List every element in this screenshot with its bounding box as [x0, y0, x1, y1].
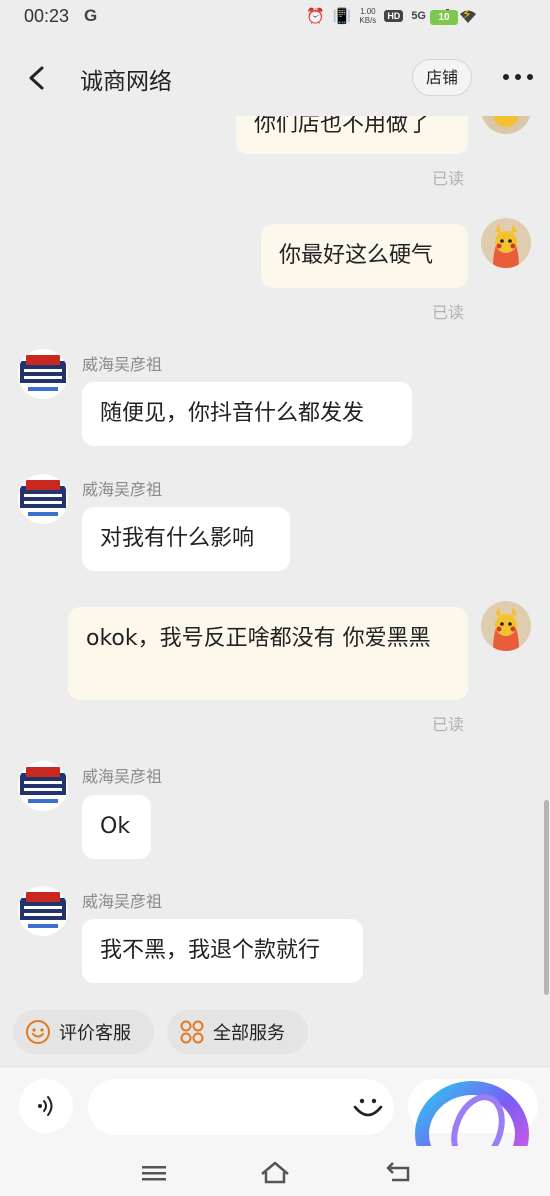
charging-icon: ⚡: [462, 7, 472, 23]
avatar-image: [18, 886, 68, 936]
page-title: 诚商网络: [80, 69, 172, 95]
return-icon: [386, 1162, 410, 1182]
more-dots-icon: [503, 74, 509, 80]
avatar-image: [481, 601, 531, 651]
chat-header: 诚商网络 店铺: [0, 40, 550, 116]
message-text: 对我有什么影响: [100, 526, 255, 551]
speed-value: 1.00: [360, 7, 376, 16]
back-nav-button[interactable]: [382, 1158, 416, 1188]
read-status: 已读: [432, 715, 465, 734]
more-dot: [515, 74, 521, 80]
back-arrow-icon: [29, 66, 44, 90]
message-text: 随便见，你抖音什么都发发: [100, 401, 365, 426]
vibrate-icon: 📳: [332, 7, 352, 25]
hd-badge: HD: [384, 10, 404, 22]
back-button[interactable]: [22, 60, 52, 96]
sender-name: 威海吴彦祖: [82, 355, 163, 374]
shop-avatar[interactable]: [18, 474, 68, 524]
message-bubble-in[interactable]: 随便见，你抖音什么都发发: [82, 382, 412, 446]
more-dot: [527, 74, 533, 80]
message-bubble-in[interactable]: Ok: [82, 795, 151, 859]
message-bubble-out[interactable]: 你最好这么硬气: [261, 224, 468, 288]
message-bubble-in[interactable]: 我不黑，我退个款就行: [82, 919, 363, 983]
avatar-image: [18, 349, 68, 399]
sender-name: 威海吴彦祖: [82, 767, 163, 786]
voice-button[interactable]: [19, 1079, 73, 1133]
all-services-label: 全部服务: [213, 1023, 285, 1044]
more-button[interactable]: [498, 65, 538, 89]
read-status: 已读: [432, 303, 465, 322]
sender-name: 威海吴彦祖: [82, 892, 163, 911]
system-nav-bar: [0, 1146, 550, 1196]
battery-icon: 10: [430, 10, 458, 25]
sender-name: 威海吴彦祖: [82, 480, 163, 499]
message-bubble-in[interactable]: 对我有什么影响: [82, 507, 290, 571]
grid-icon: [180, 1020, 204, 1044]
chat-scrollbar[interactable]: [544, 800, 549, 995]
smiley-icon: [26, 1020, 50, 1044]
status-bar: 00:23 G ⏰ 📳 1.00 KB/s HD 5G 10 ⚡: [0, 0, 550, 36]
network-type: 5G: [411, 10, 426, 22]
avatar-image: [481, 116, 531, 134]
message-input[interactable]: [88, 1079, 394, 1135]
read-status: 已读: [432, 169, 465, 188]
menu-button[interactable]: [137, 1158, 171, 1188]
my-avatar[interactable]: [481, 218, 531, 268]
shop-avatar[interactable]: [18, 761, 68, 811]
rate-service-button[interactable]: 评价客服: [13, 1010, 154, 1054]
my-avatar[interactable]: [481, 601, 531, 651]
shop-avatar[interactable]: [18, 349, 68, 399]
shop-avatar[interactable]: [18, 886, 68, 936]
my-avatar[interactable]: [481, 116, 531, 134]
avatar-image: [18, 761, 68, 811]
network-speed: 1.00 KB/s: [359, 7, 376, 25]
all-services-button[interactable]: 全部服务: [167, 1010, 308, 1054]
avatar-image: [481, 218, 531, 268]
voice-icon: [38, 1096, 53, 1116]
rate-service-label: 评价客服: [59, 1023, 131, 1044]
google-icon: G: [84, 6, 98, 25]
alarm-icon: ⏰: [306, 7, 325, 25]
message-bubble-out[interactable]: okok，我号反正啥都没有 你爱黑黑: [68, 607, 468, 700]
message-bubble-out[interactable]: 你们店也不用做了: [236, 116, 468, 154]
emoji-button[interactable]: [350, 1089, 386, 1125]
home-icon: [261, 1161, 289, 1184]
menu-icon: [142, 1166, 166, 1181]
home-button[interactable]: [258, 1158, 292, 1188]
message-text: okok，我号反正啥都没有 你爱黑黑: [86, 626, 431, 651]
message-text: 你们店也不用做了: [254, 116, 431, 137]
speed-unit: KB/s: [359, 16, 377, 25]
message-text: Ok: [100, 814, 131, 839]
emoji-icon: [353, 1098, 383, 1117]
status-time: 00:23: [24, 6, 70, 26]
message-text: 我不黑，我退个款就行: [100, 938, 321, 963]
avatar-image: [18, 474, 68, 524]
shop-button[interactable]: 店铺: [412, 59, 472, 96]
message-text: 你最好这么硬气: [279, 243, 434, 268]
chat-area[interactable]: 你们店也不用做了 已读 你最好这么硬气 已读 威海吴彦祖 随便见，你抖音什么都发…: [0, 116, 550, 998]
